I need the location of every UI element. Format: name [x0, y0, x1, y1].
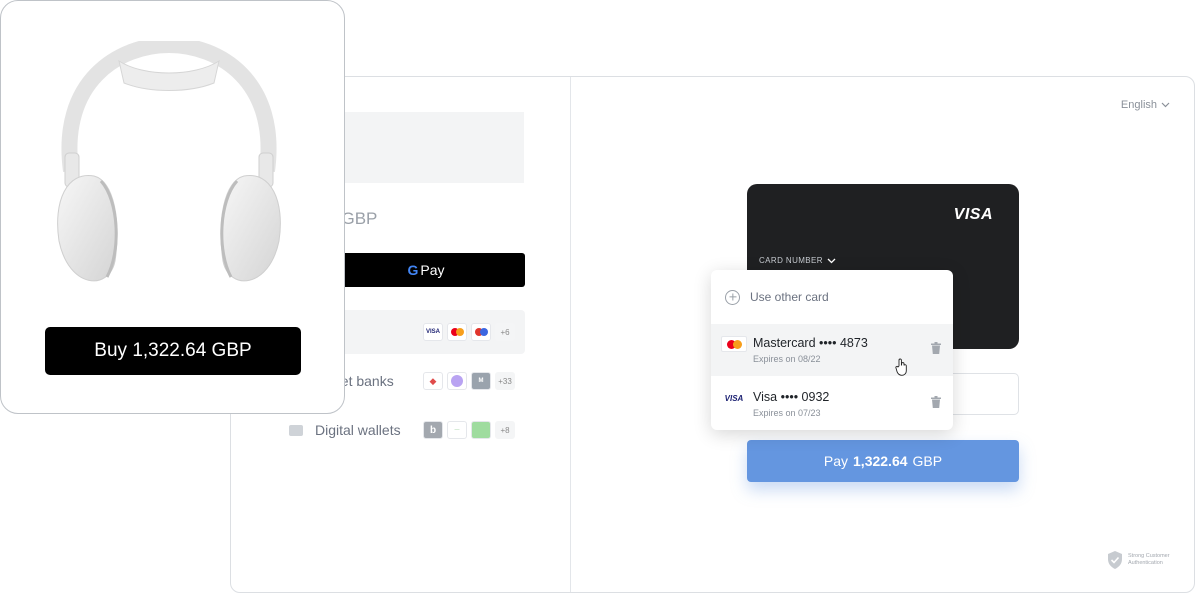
method-chips: ◆ M +33 [423, 372, 515, 390]
use-other-card-label: Use other card [750, 290, 829, 304]
wechat-icon [471, 421, 491, 439]
maestro-icon [471, 323, 491, 341]
language-selector[interactable]: English [1121, 99, 1170, 111]
merchant-logo-placeholder [327, 112, 524, 183]
trash-icon[interactable] [931, 396, 941, 408]
method-chips: b — +8 [423, 421, 515, 439]
visa-icon: VISA [423, 323, 443, 341]
saved-card-expiry: Expires on 08/22 [753, 354, 821, 364]
mastercard-icon [447, 323, 467, 341]
method-label: Digital wallets [315, 422, 401, 438]
more-count: +6 [495, 323, 515, 341]
saved-card-name: Visa •••• 0932 [753, 390, 830, 404]
language-label: English [1120, 99, 1157, 111]
bank-icon: ◆ [423, 372, 443, 390]
wallet-icon [289, 424, 303, 436]
chevron-down-icon [827, 258, 836, 263]
shield-check-icon [1108, 551, 1122, 569]
pay-amount: 1,322.64 [853, 453, 908, 469]
wallet-icon: — [447, 421, 467, 439]
pane-divider [570, 77, 571, 592]
pay-currency: GBP [912, 453, 943, 469]
card-number-label: CARD NUMBER [759, 256, 823, 265]
google-g-icon: G [407, 262, 419, 278]
mastercard-icon [721, 336, 747, 352]
plus-circle-icon [725, 289, 740, 305]
method-digital-wallets[interactable]: Digital wallets b — +8 [271, 408, 525, 452]
buy-button[interactable]: Buy 1,322.64 GBP [45, 327, 301, 375]
amount-currency: GBP [341, 209, 378, 228]
bank-icon [447, 372, 467, 390]
pay-prefix: Pay [823, 453, 849, 469]
more-count: +8 [495, 421, 515, 439]
pay-button[interactable]: Pay 1,322.64 GBP [747, 440, 1019, 482]
saved-card-mastercard[interactable]: Mastercard •••• 4873 Expires on 08/22 [711, 324, 953, 376]
chevron-down-icon [1161, 102, 1170, 108]
bank-icon: M [471, 372, 491, 390]
hand-cursor-icon [895, 358, 907, 376]
gpay-label: Pay [420, 262, 445, 278]
google-pay-button[interactable]: G Pay [327, 253, 525, 287]
visa-icon: VISA [724, 393, 744, 403]
sca-text: Strong Customer Authentication [1128, 553, 1170, 566]
saved-card-name: Mastercard •••• 4873 [753, 336, 868, 350]
headphones-image [57, 41, 281, 282]
wallet-b-icon: b [423, 421, 443, 439]
card-brand-logo: VISA [953, 206, 993, 223]
use-other-card-option[interactable]: Use other card [711, 270, 953, 324]
saved-card-visa[interactable]: VISA Visa •••• 0932 Expires on 07/23 [711, 378, 953, 430]
saved-cards-dropdown: Use other card Mastercard •••• 4873 Expi… [711, 270, 953, 430]
saved-card-expiry: Expires on 07/23 [753, 408, 821, 418]
more-count: +33 [495, 372, 515, 390]
card-number-selector[interactable]: CARD NUMBER [759, 256, 836, 265]
sca-badge: Strong Customer Authentication [1106, 550, 1172, 570]
trash-icon[interactable] [931, 342, 941, 354]
method-chips: VISA +6 [423, 323, 515, 341]
product-card: Buy 1,322.64 GBP [0, 0, 345, 414]
